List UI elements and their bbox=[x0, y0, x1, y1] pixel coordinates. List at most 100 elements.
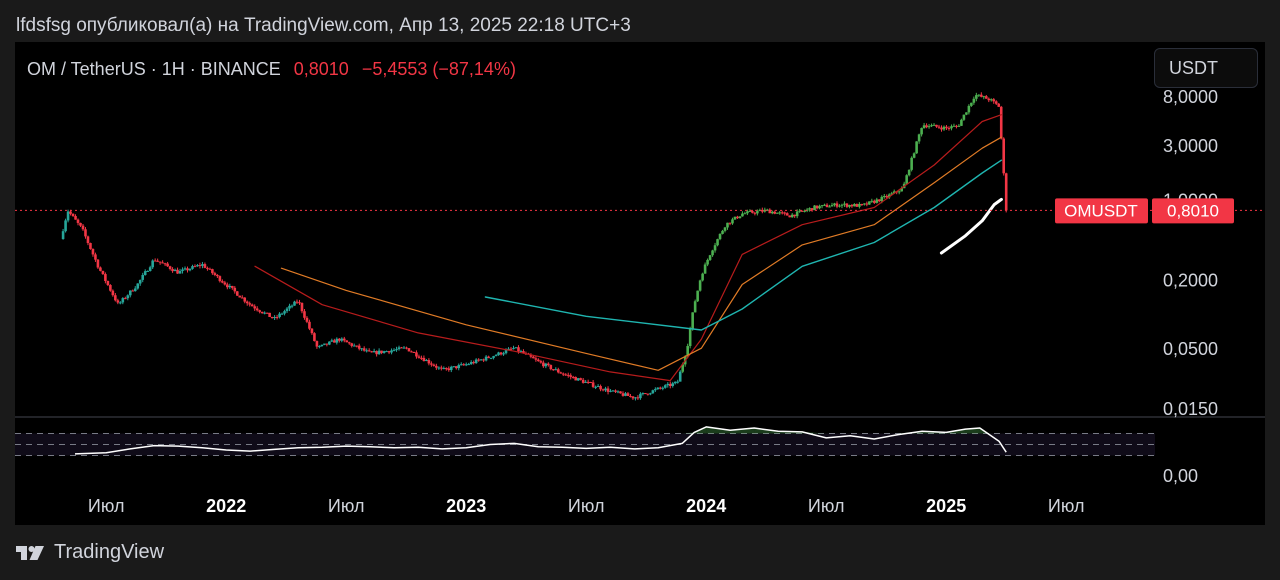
candle-body bbox=[606, 388, 610, 392]
candle-body bbox=[245, 301, 249, 304]
candle-body bbox=[1002, 138, 1006, 174]
candle-body bbox=[106, 280, 110, 286]
candle-body bbox=[228, 285, 232, 288]
candle-body bbox=[780, 212, 784, 214]
candle-body bbox=[855, 204, 859, 207]
candle-body bbox=[723, 227, 727, 231]
candle-body bbox=[875, 199, 879, 203]
candle-body bbox=[885, 196, 889, 198]
candle-body bbox=[153, 260, 157, 262]
candle-body bbox=[960, 119, 963, 126]
candle-body bbox=[544, 363, 548, 367]
candle-body bbox=[270, 316, 274, 319]
candle-body bbox=[556, 369, 560, 373]
currency-button[interactable]: USDT bbox=[1154, 48, 1258, 88]
candle-body bbox=[785, 213, 789, 216]
candle-body bbox=[208, 268, 212, 270]
candle-body bbox=[405, 347, 408, 349]
candle-body bbox=[937, 126, 941, 128]
candle-body bbox=[639, 393, 642, 399]
last-price-label: OMUSDT 0,8010 bbox=[1055, 198, 1234, 224]
candle-body bbox=[305, 317, 309, 322]
chart-panel[interactable]: 8,00003,00001,00000,20000,05000,01500,00… bbox=[15, 42, 1265, 525]
candle-body bbox=[81, 225, 85, 230]
candle-body bbox=[315, 341, 319, 347]
candle-body bbox=[591, 382, 595, 387]
candle-body bbox=[840, 204, 844, 206]
candle-body bbox=[457, 365, 461, 369]
candle-body bbox=[728, 222, 732, 224]
candle-body bbox=[927, 126, 931, 128]
candle-body bbox=[355, 345, 359, 347]
candle-body bbox=[845, 203, 849, 207]
tradingview-footer[interactable]: TradingView bbox=[16, 541, 164, 564]
candle-body bbox=[462, 364, 466, 366]
candle-body bbox=[803, 210, 806, 212]
candle-body bbox=[783, 212, 787, 214]
candle-body bbox=[318, 346, 321, 348]
symbol-tag-text: OMUSDT bbox=[1064, 201, 1138, 220]
candle-body bbox=[459, 364, 463, 366]
candle-body bbox=[104, 274, 107, 281]
candle-body bbox=[156, 260, 159, 262]
candle-body bbox=[634, 397, 637, 399]
time-tick-label: Июл bbox=[1048, 496, 1085, 516]
candle-body bbox=[688, 328, 692, 347]
time-tick-label: 2024 bbox=[686, 496, 726, 516]
candle-body bbox=[726, 222, 729, 228]
candle-body bbox=[559, 372, 563, 374]
candle-body bbox=[512, 348, 515, 350]
candle-body bbox=[741, 213, 744, 217]
candle-body bbox=[863, 203, 866, 205]
candle-body bbox=[970, 102, 973, 106]
candle-body bbox=[345, 340, 349, 343]
candle-body bbox=[756, 211, 759, 214]
price-chart[interactable]: 8,00003,00001,00000,20000,05000,01500,00… bbox=[15, 42, 1265, 525]
candle-body bbox=[631, 396, 635, 399]
candle-body bbox=[589, 382, 592, 384]
candle-body bbox=[308, 321, 311, 329]
price-tag-text: 0,8010 bbox=[1167, 201, 1219, 220]
candle-body bbox=[965, 112, 968, 115]
candle-body bbox=[932, 124, 936, 126]
moving-average-red bbox=[254, 114, 1003, 382]
candle-body bbox=[599, 386, 602, 390]
candle-body bbox=[945, 126, 948, 128]
candle-body bbox=[912, 153, 916, 158]
candle-body bbox=[925, 125, 928, 128]
candle-body bbox=[119, 302, 122, 304]
candle-body bbox=[977, 94, 981, 96]
last-price: 0,8010 bbox=[293, 59, 349, 79]
candle-body bbox=[865, 203, 869, 205]
candle-body bbox=[203, 264, 207, 268]
candle-body bbox=[352, 345, 356, 347]
candle-body bbox=[240, 297, 244, 299]
price-axis[interactable]: 8,00003,00001,00000,20000,05000,01500,00 bbox=[1163, 87, 1218, 486]
candle-body bbox=[94, 254, 97, 260]
candle-body bbox=[385, 351, 388, 353]
candle-body bbox=[564, 374, 568, 376]
candle-body bbox=[676, 381, 680, 383]
candle-body bbox=[897, 191, 901, 193]
candle-body bbox=[300, 302, 304, 312]
candle-body bbox=[497, 352, 500, 356]
candle-body bbox=[367, 350, 371, 352]
symbol-name[interactable]: OM / TetherUS · 1H · BINANCE bbox=[27, 59, 281, 79]
candle-body bbox=[788, 215, 792, 218]
candle-body bbox=[870, 200, 874, 202]
candle-body bbox=[99, 267, 102, 271]
candle-body bbox=[211, 269, 214, 274]
candle-body bbox=[922, 125, 926, 129]
time-axis[interactable]: Июл 2022 Июл 2023 Июл 2024 Июл 2025 Июл bbox=[88, 496, 1085, 516]
candle-body bbox=[795, 211, 799, 217]
candle-body bbox=[987, 98, 991, 101]
candle-body bbox=[833, 203, 836, 206]
candle-body bbox=[380, 350, 383, 353]
candle-body bbox=[114, 295, 117, 301]
candle-body bbox=[678, 371, 682, 382]
candle-body bbox=[293, 301, 296, 306]
candle-body bbox=[290, 305, 294, 307]
candle-body bbox=[206, 267, 209, 269]
candle-body bbox=[474, 359, 478, 364]
candle-body bbox=[917, 134, 921, 142]
